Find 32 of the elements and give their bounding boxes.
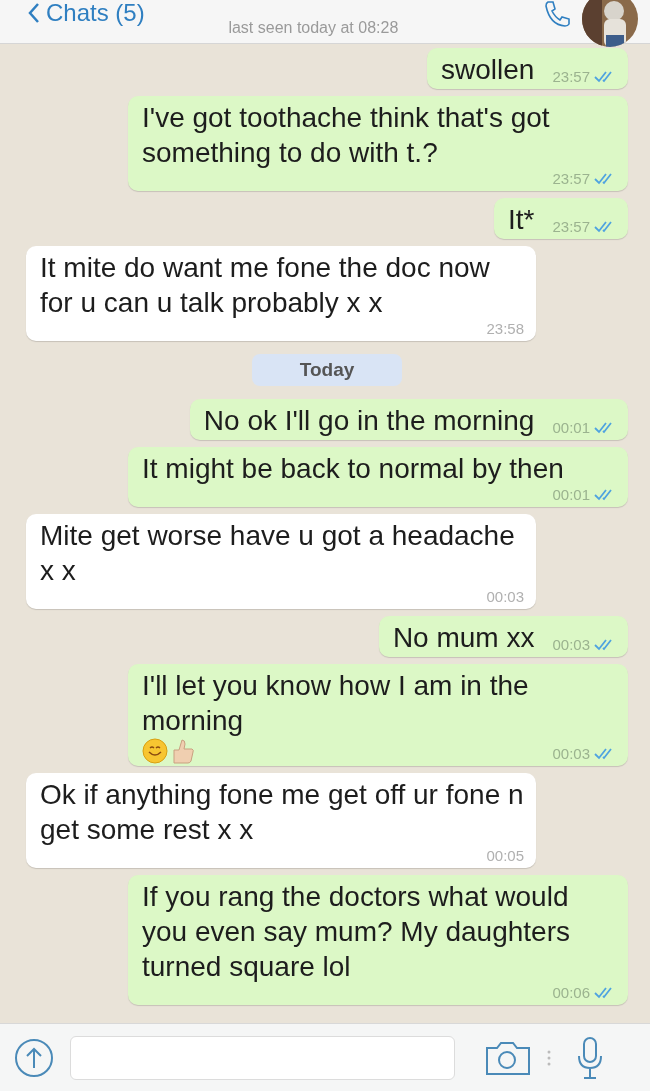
- message-time: 23:57: [552, 218, 590, 235]
- message-time: 23:58: [486, 320, 524, 337]
- microphone-icon[interactable]: [575, 1035, 605, 1080]
- message-text: It mite do want me fone the doc now for u can u talk probably x x: [40, 251, 491, 320]
- message-time: 23:57: [552, 68, 590, 85]
- message-text: Ok if anything fone me get off ur fone n get some rest x x: [40, 778, 524, 847]
- message-time: 00:03: [552, 636, 590, 653]
- back-link[interactable]: Chats (5): [28, 0, 145, 27]
- message-text: I've got toothache think that's got something to do with t.?: [142, 101, 551, 170]
- message-time: 00:06: [552, 984, 590, 1001]
- message-text: I'll let you know how I am in the morning: [142, 669, 530, 738]
- message-text: Mite get worse have u got a headache x x: [40, 519, 516, 588]
- last-seen-status: last seen today at 08:28: [227, 19, 400, 37]
- message-input-field[interactable]: [70, 1035, 455, 1080]
- camera-icon[interactable]: [485, 1039, 531, 1076]
- separator-dots-icon: [547, 1048, 551, 1067]
- message-text: swollen: [441, 53, 535, 87]
- upload-icon[interactable]: [14, 1037, 54, 1078]
- message-text: No ok I'll go in the morning: [203, 404, 535, 438]
- chevron-left-icon: [28, 2, 40, 24]
- message-time: 00:01: [552, 419, 590, 436]
- message-text: It might be back to normal by then: [142, 452, 564, 486]
- message-time: 00:01: [552, 486, 590, 503]
- message-text: If you rang the doctors what would you even say mum? My daughters turned square lol: [142, 880, 571, 984]
- message-text: No mum xx: [392, 621, 535, 655]
- message-time: 23:57: [552, 170, 590, 187]
- message-time: 00:05: [486, 847, 524, 864]
- message-time: 00:03: [552, 745, 590, 762]
- phone-icon[interactable]: [542, 0, 572, 29]
- message-time: 00:03: [486, 588, 524, 605]
- date-badge: Today: [251, 354, 403, 386]
- message-text: It*: [508, 203, 535, 237]
